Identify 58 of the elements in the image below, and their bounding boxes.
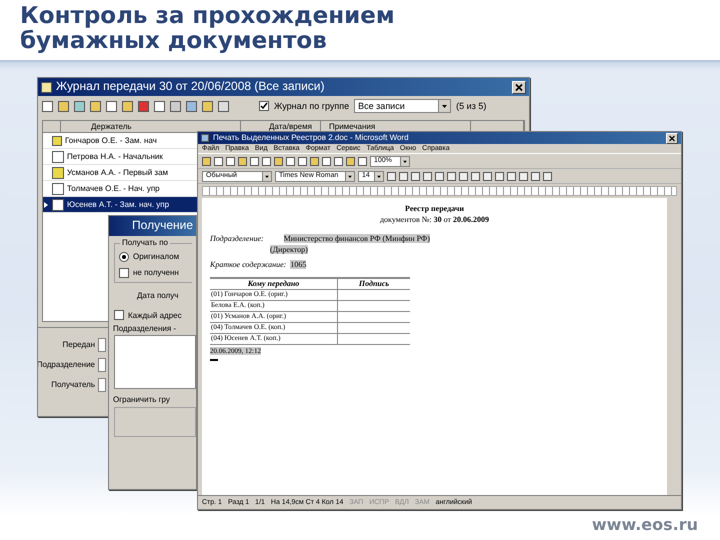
toolbar-icon[interactable] (170, 100, 181, 112)
radio-label: Оригиналом (133, 252, 180, 262)
slide-title: Контроль за прохождением (20, 4, 396, 29)
toolbar-icon[interactable] (58, 100, 69, 112)
field-label: Подразделение: (210, 234, 264, 243)
toolbar-icon[interactable] (42, 100, 53, 112)
table-cell[interactable]: Толмачев О.Е. - Нач. упр (67, 184, 160, 194)
field-label: Краткое содержание: (210, 260, 286, 269)
input-field[interactable] (98, 338, 106, 352)
toolbar-icon[interactable] (218, 100, 229, 112)
field-value: (Директор) (270, 245, 308, 254)
toolbar-icon[interactable] (90, 100, 101, 112)
journal-icon (41, 82, 52, 92)
toolbar-icon[interactable] (202, 100, 213, 112)
close-button[interactable] (512, 80, 526, 94)
filter-dropdown[interactable]: Все записи (354, 99, 452, 113)
list-label: Подразделения - (113, 324, 176, 334)
checkbox-label: Каждый адрес (128, 310, 182, 320)
close-button[interactable] (666, 132, 678, 144)
group-title: Получать по (120, 238, 170, 247)
limit-label: Ограничить гру (113, 395, 170, 405)
toolbar-icon[interactable] (106, 100, 117, 112)
checkbox[interactable] (259, 101, 269, 111)
toolbar-icon[interactable] (138, 100, 149, 112)
document-subheading: документов №: 30 от 20.06.2009 (380, 215, 490, 224)
field-label: Передан (62, 340, 95, 350)
table-cell[interactable]: Юсенев А.Т. - Зам. нач. упр (67, 200, 170, 210)
text-cursor (210, 359, 218, 361)
column-header: Подпись (358, 279, 390, 288)
check-icon (260, 102, 268, 110)
column-header: Кому передано (248, 279, 300, 288)
word-icon (201, 134, 209, 142)
window-title: Получение (132, 219, 193, 233)
record-count: (5 из 5) (456, 100, 486, 112)
document-heading: Реестр передачи (405, 204, 464, 213)
table-cell[interactable]: Петрова Н.А. - Начальник (67, 152, 163, 162)
checkbox-label: не полученн (133, 268, 179, 278)
radio-button[interactable] (119, 252, 129, 262)
toolbar-icon[interactable] (186, 100, 197, 112)
input-field[interactable] (98, 378, 106, 392)
toolbar-icon[interactable] (122, 100, 133, 112)
toolbar-icon[interactable] (154, 100, 165, 112)
input-field[interactable] (98, 358, 106, 372)
table-cell[interactable]: Усманов А.А. - Первый зам (67, 168, 168, 178)
field-value: Министерство финансов РФ (Минфин РФ) (284, 234, 430, 243)
checkbox[interactable] (114, 310, 124, 320)
field-value: 1065 (290, 260, 306, 269)
table-cell[interactable]: Гончаров О.Е. - Зам. нач (65, 136, 157, 146)
window-title: Печать Выделенных Реестров 2.doc - Microsoft Word (213, 133, 409, 143)
checkbox-label: Журнал по группе (274, 100, 350, 112)
toolbar-icon[interactable] (74, 100, 85, 112)
date-label: Дата получ (137, 291, 178, 300)
slide-title: бумажных документов (20, 29, 328, 54)
window-title: Журнал передачи 30 от 20/06/2008 (Все записи) (56, 80, 324, 94)
field-label: Получатель (51, 380, 95, 390)
department-list[interactable] (114, 335, 196, 390)
website-url: www.eos.ru (592, 515, 698, 534)
checkbox[interactable] (119, 268, 129, 278)
